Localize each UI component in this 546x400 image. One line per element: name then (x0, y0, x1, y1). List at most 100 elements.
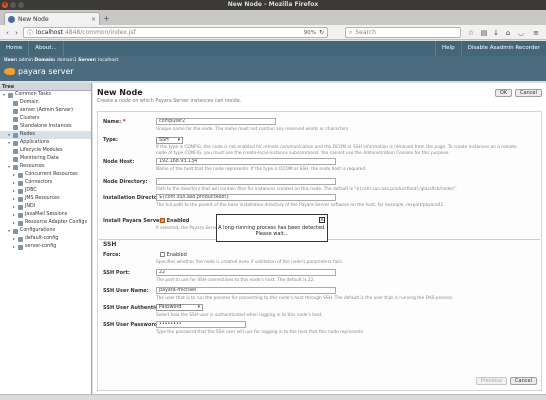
tree-toggle-icon[interactable]: ▾ (7, 227, 11, 235)
info-icon[interactable]: ⓘ (27, 28, 33, 37)
tree-toggle-icon[interactable]: ▸ (12, 211, 16, 219)
node-directory-input[interactable] (156, 178, 336, 185)
search-placeholder: Search (355, 29, 376, 36)
help-button[interactable]: Help (435, 41, 461, 56)
force-label: Force: (103, 252, 121, 258)
tree-item[interactable]: Monitoring Data (0, 155, 91, 163)
node-host-input[interactable]: 192.168.93.134 (156, 158, 336, 165)
back-icon[interactable]: ‹ (3, 27, 12, 38)
tree-item[interactable]: Domain (0, 99, 91, 107)
installation-directory-input[interactable]: ${com.sun.aas.productRoot} (156, 194, 336, 201)
tree-item-label: Concurrent Resources (25, 172, 78, 177)
tree-toggle-icon[interactable]: ▸ (12, 243, 16, 251)
tree-item[interactable]: ▾ Resources (0, 163, 91, 171)
tree-toggle-icon[interactable]: ▾ (7, 131, 11, 139)
close-icon[interactable]: X (319, 217, 325, 223)
tree-item-label: JMS Resources (25, 196, 60, 201)
domain-value: domain1 (56, 58, 77, 63)
home-icon[interactable]: ⌂ (503, 27, 513, 38)
tree-node-icon (18, 204, 23, 210)
checkmark-icon: ✓ (160, 218, 165, 223)
type-select[interactable]: SSH ▾ (156, 137, 183, 144)
tree-toggle-icon[interactable]: ▸ (12, 171, 16, 179)
tree-toggle-icon[interactable]: ▸ (12, 179, 16, 187)
chevron-down-icon: ▾ (177, 137, 180, 143)
ssh-user-help: The user that is to run the process for … (156, 296, 454, 301)
reload-icon[interactable]: ↻ (319, 29, 324, 36)
window-close-button[interactable]: × (2, 2, 8, 8)
tree-item[interactable]: ▾ Applications (0, 139, 91, 147)
disable-recorder-button[interactable]: Disable Asadmin Recorder (460, 41, 546, 56)
tree-item[interactable]: ▾ Common Tasks (0, 91, 91, 99)
browser-tab-title: New Node (18, 15, 49, 23)
tree-item[interactable]: ▸ JNDI (0, 203, 91, 211)
library-icon[interactable]: ▤ (479, 27, 489, 38)
ssh-user-input[interactable]: payara-michael (156, 287, 336, 294)
tree-node-icon (8, 92, 13, 98)
tree-node-icon (13, 116, 18, 122)
tree-item[interactable]: Standalone Instances (0, 123, 91, 131)
tree-item[interactable]: ▸ Connectors (0, 179, 91, 187)
tree-item-label: Resource Adapter Configs (25, 220, 87, 225)
bottom-cancel-button[interactable]: Cancel (510, 377, 537, 385)
ssh-auth-selected-value: Password (159, 304, 182, 310)
ssh-password-label: SSH User Password: (103, 322, 160, 328)
tab-close-icon[interactable]: × (91, 16, 96, 23)
tree-toggle-icon[interactable]: ▸ (12, 203, 16, 211)
url-bar[interactable]: ⓘ localhost:4848/common/index.jsf 90% ↻ (23, 27, 328, 38)
ssh-password-help: Type the password that the SSH user will… (156, 330, 365, 335)
install-payara-checkbox[interactable]: ✓ Enabled (160, 218, 189, 224)
search-input[interactable]: ⌕ Search (345, 27, 461, 38)
tree-item[interactable]: ▾ Configurations (0, 227, 91, 235)
about-button[interactable]: About... (29, 41, 64, 56)
tree-item-label: server (Admin Server) (20, 108, 73, 113)
type-label: Type: (103, 137, 119, 143)
tree-toggle-icon[interactable]: ▾ (7, 163, 11, 171)
tree-node-icon (18, 180, 23, 186)
window-minimize-button[interactable] (10, 2, 16, 8)
tree-toggle-icon[interactable]: ▸ (12, 187, 16, 195)
ok-button[interactable]: OK (494, 89, 513, 97)
ssh-auth-help: Select how the SSH user is authenticated… (156, 313, 323, 318)
forward-icon[interactable]: › (12, 27, 21, 38)
tree-item[interactable]: ▸ Resource Adapter Configs (0, 219, 91, 227)
browser-tab[interactable]: New Node × (4, 12, 100, 25)
ssh-port-input[interactable]: 22 (156, 269, 336, 276)
tree-node-icon (13, 100, 18, 106)
tree-item[interactable]: ▾ Nodes (0, 131, 91, 139)
tree-item[interactable]: ▸ JMS Resources (0, 195, 91, 203)
tree-item[interactable]: ▸ JavaMail Sessions (0, 211, 91, 219)
type-help-2: node of type CONFIG, you must use the cr… (156, 150, 450, 156)
tree-item[interactable]: ▸ JDBC (0, 187, 91, 195)
tree-item[interactable]: ▸ default-config (0, 235, 91, 243)
navigation-tree: Tree ▾ Common Tasks Domain server (Admin Se… (0, 83, 92, 394)
tree-item[interactable]: Lifecycle Modules (0, 147, 91, 155)
tree-item[interactable]: Clusters (0, 115, 91, 123)
download-icon[interactable]: ↓ (491, 27, 501, 38)
name-input[interactable]: computer2 (156, 118, 276, 125)
node-host-help: Name of the host that the node represent… (156, 167, 367, 172)
tree-item[interactable]: server (Admin Server) (0, 107, 91, 115)
pocket-icon[interactable]: ◡ (516, 27, 526, 38)
tree-item[interactable]: ▸ Concurrent Resources (0, 171, 91, 179)
zoom-level[interactable]: 90% (304, 30, 316, 36)
force-value: Enabled (166, 252, 187, 258)
name-label: Name: * (103, 119, 126, 125)
new-tab-icon[interactable]: + (103, 14, 110, 23)
tree-toggle-icon[interactable]: ▸ (12, 195, 16, 203)
ssh-password-input[interactable]: •••••••• (156, 321, 246, 328)
cancel-button[interactable]: Cancel (515, 89, 542, 97)
tree-item[interactable]: ▸ server-config (0, 243, 91, 251)
node-host-label: Node Host: (103, 159, 135, 165)
window-maximize-button[interactable] (18, 2, 24, 8)
menu-icon[interactable]: ≡ (531, 27, 541, 38)
ssh-auth-select[interactable]: Password ▾ (156, 304, 203, 311)
bookmark-star-icon[interactable]: ☆ (466, 27, 476, 38)
home-button[interactable]: Home (0, 41, 30, 56)
tree-toggle-icon[interactable]: ▸ (12, 219, 16, 227)
tree-toggle-icon[interactable]: ▸ (12, 235, 16, 243)
previous-button[interactable]: Previous (475, 377, 508, 385)
force-checkbox[interactable]: Enabled (160, 252, 187, 258)
tree-toggle-icon[interactable]: ▾ (2, 91, 6, 99)
tree-toggle-icon[interactable]: ▾ (7, 139, 11, 147)
